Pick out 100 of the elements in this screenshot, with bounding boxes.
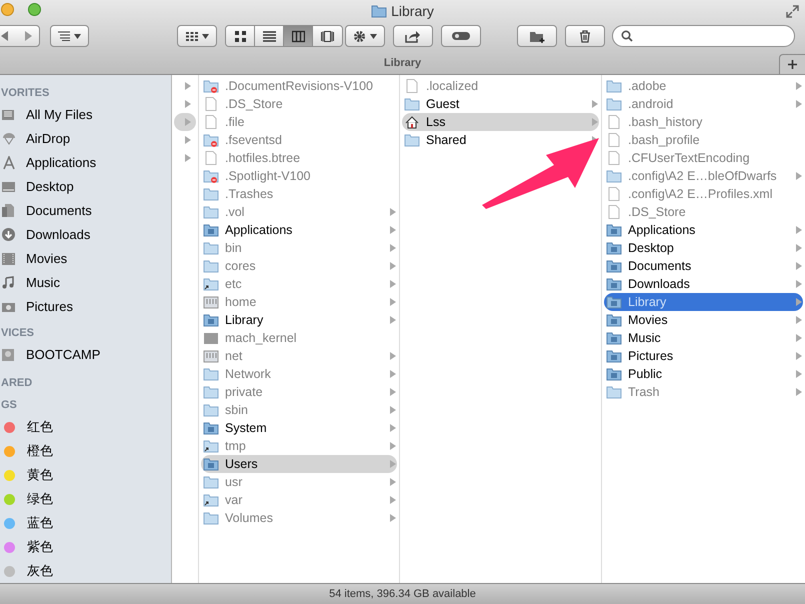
file-icon [606, 115, 622, 129]
folder-icon [371, 4, 388, 18]
sidebar-item[interactable]: BOOTCAMP [0, 343, 171, 367]
sidebar-item[interactable]: Downloads [0, 223, 171, 247]
file-row[interactable]: Desktop [604, 239, 803, 257]
file-row[interactable]: .fseventsd [201, 131, 397, 149]
forward-icon[interactable] [24, 31, 32, 41]
disclosure-arrow-icon [796, 244, 802, 252]
file-row[interactable]: Applications [604, 221, 803, 239]
file-row[interactable]: .localized [402, 77, 599, 95]
disclosure-arrow-icon [796, 100, 802, 108]
file-row[interactable]: .DocumentRevisions-V100 [201, 77, 397, 95]
new-tab-button[interactable] [779, 54, 805, 74]
file-row[interactable]: etc [201, 275, 397, 293]
sidebar-item[interactable]: 蓝色 [0, 511, 171, 535]
file-row[interactable]: home [201, 293, 397, 311]
folder-icon [606, 385, 622, 399]
file-row[interactable]: .Spotlight-V100 [201, 167, 397, 185]
sidebar-item[interactable]: Documents [0, 199, 171, 223]
file-row[interactable]: Documents [604, 257, 803, 275]
view-mode-button[interactable] [284, 26, 313, 46]
view-mode-button[interactable] [226, 26, 255, 46]
sidebar-item[interactable]: 灰色 [0, 559, 171, 583]
sidebar-item[interactable]: Pictures [0, 295, 171, 319]
file-row[interactable]: Users [201, 455, 397, 473]
file-row[interactable]: .bash_history [604, 113, 803, 131]
share-icon [405, 30, 421, 42]
file-row[interactable]: sbin [201, 401, 397, 419]
sidebar-item[interactable]: Desktop [0, 175, 171, 199]
file-row[interactable]: Pictures [604, 347, 803, 365]
file-row[interactable]: .Trashes [201, 185, 397, 203]
grid-icon [234, 30, 246, 42]
file-row[interactable]: Movies [604, 311, 803, 329]
file-row[interactable]: usr [201, 473, 397, 491]
file-row[interactable]: .bash_profile [604, 131, 803, 149]
share-button[interactable] [393, 25, 433, 47]
file-row[interactable]: Trash [604, 383, 803, 401]
search-field[interactable] [612, 25, 795, 47]
sidebar-item[interactable]: AirDrop [0, 127, 171, 151]
sidebar-item[interactable]: 橙色 [0, 439, 171, 463]
file-row[interactable]: Network [201, 365, 397, 383]
file-row[interactable]: .DS_Store [604, 203, 803, 221]
sidebar-item[interactable]: 绿色 [0, 487, 171, 511]
fullscreen-icon[interactable] [786, 5, 799, 18]
server-icon [203, 295, 219, 309]
folder-icon [203, 403, 219, 417]
sidebar-item[interactable]: 紫色 [0, 535, 171, 559]
file-row[interactable]: .android [604, 95, 803, 113]
sidebar-item[interactable]: 红色 [0, 415, 171, 439]
back-icon[interactable] [0, 31, 8, 41]
item-arrangement-button[interactable] [177, 25, 217, 47]
file-row[interactable]: Shared [402, 131, 599, 149]
view-mode-button[interactable] [313, 26, 342, 46]
file-row[interactable]: System [201, 419, 397, 437]
file-row[interactable]: .hotfiles.btree [201, 149, 397, 167]
file-row[interactable]: Guest [402, 95, 599, 113]
sidebar-item[interactable]: Music [0, 271, 171, 295]
file-row[interactable]: .vol [201, 203, 397, 221]
file-row[interactable]: tmp [201, 437, 397, 455]
downloads-icon [2, 228, 16, 242]
desktop-icon [2, 180, 16, 194]
sidebar-item[interactable]: Movies [0, 247, 171, 271]
disclosure-arrow-icon [390, 388, 396, 396]
file-row[interactable]: mach_kernel [201, 329, 397, 347]
folder-icon [203, 259, 219, 273]
file-row[interactable]: .DS_Store [201, 95, 397, 113]
folder-icon [203, 367, 219, 381]
file-row[interactable]: .config\A2 E…bleOfDwarfs [604, 167, 803, 185]
file-row[interactable]: Lss [402, 113, 599, 131]
delete-button[interactable] [565, 25, 605, 47]
plus-icon [788, 60, 797, 69]
arrange-button[interactable] [50, 25, 89, 47]
file-row[interactable]: Applications [201, 221, 397, 239]
tag-icon [451, 31, 471, 41]
sidebar-item[interactable]: All My Files [0, 103, 171, 127]
file-row[interactable]: .CFUserTextEncoding [604, 149, 803, 167]
file-icon [404, 79, 420, 93]
back-forward-buttons[interactable] [0, 25, 40, 47]
file-row[interactable]: .adobe [604, 77, 803, 95]
zoom-button[interactable] [28, 3, 41, 16]
file-row[interactable]: Public [604, 365, 803, 383]
disclosure-arrow-icon [390, 280, 396, 288]
file-row[interactable]: .config\A2 E…Profiles.xml [604, 185, 803, 203]
file-row[interactable]: cores [201, 257, 397, 275]
view-mode-button[interactable] [255, 26, 284, 46]
sidebar-item[interactable]: 黄色 [0, 463, 171, 487]
file-row[interactable]: Music [604, 329, 803, 347]
file-row[interactable]: net [201, 347, 397, 365]
sidebar-item[interactable]: Applications [0, 151, 171, 175]
action-button[interactable] [345, 25, 385, 47]
file-row[interactable]: private [201, 383, 397, 401]
new-folder-button[interactable] [517, 25, 557, 47]
file-row[interactable]: Library [201, 311, 397, 329]
file-row[interactable]: Downloads [604, 275, 803, 293]
file-row[interactable]: Volumes [201, 509, 397, 527]
new-folder-icon [528, 30, 546, 42]
tags-button[interactable] [441, 25, 481, 47]
file-row[interactable]: .file [201, 113, 397, 131]
file-row[interactable]: var [201, 491, 397, 509]
file-row[interactable]: bin [201, 239, 397, 257]
